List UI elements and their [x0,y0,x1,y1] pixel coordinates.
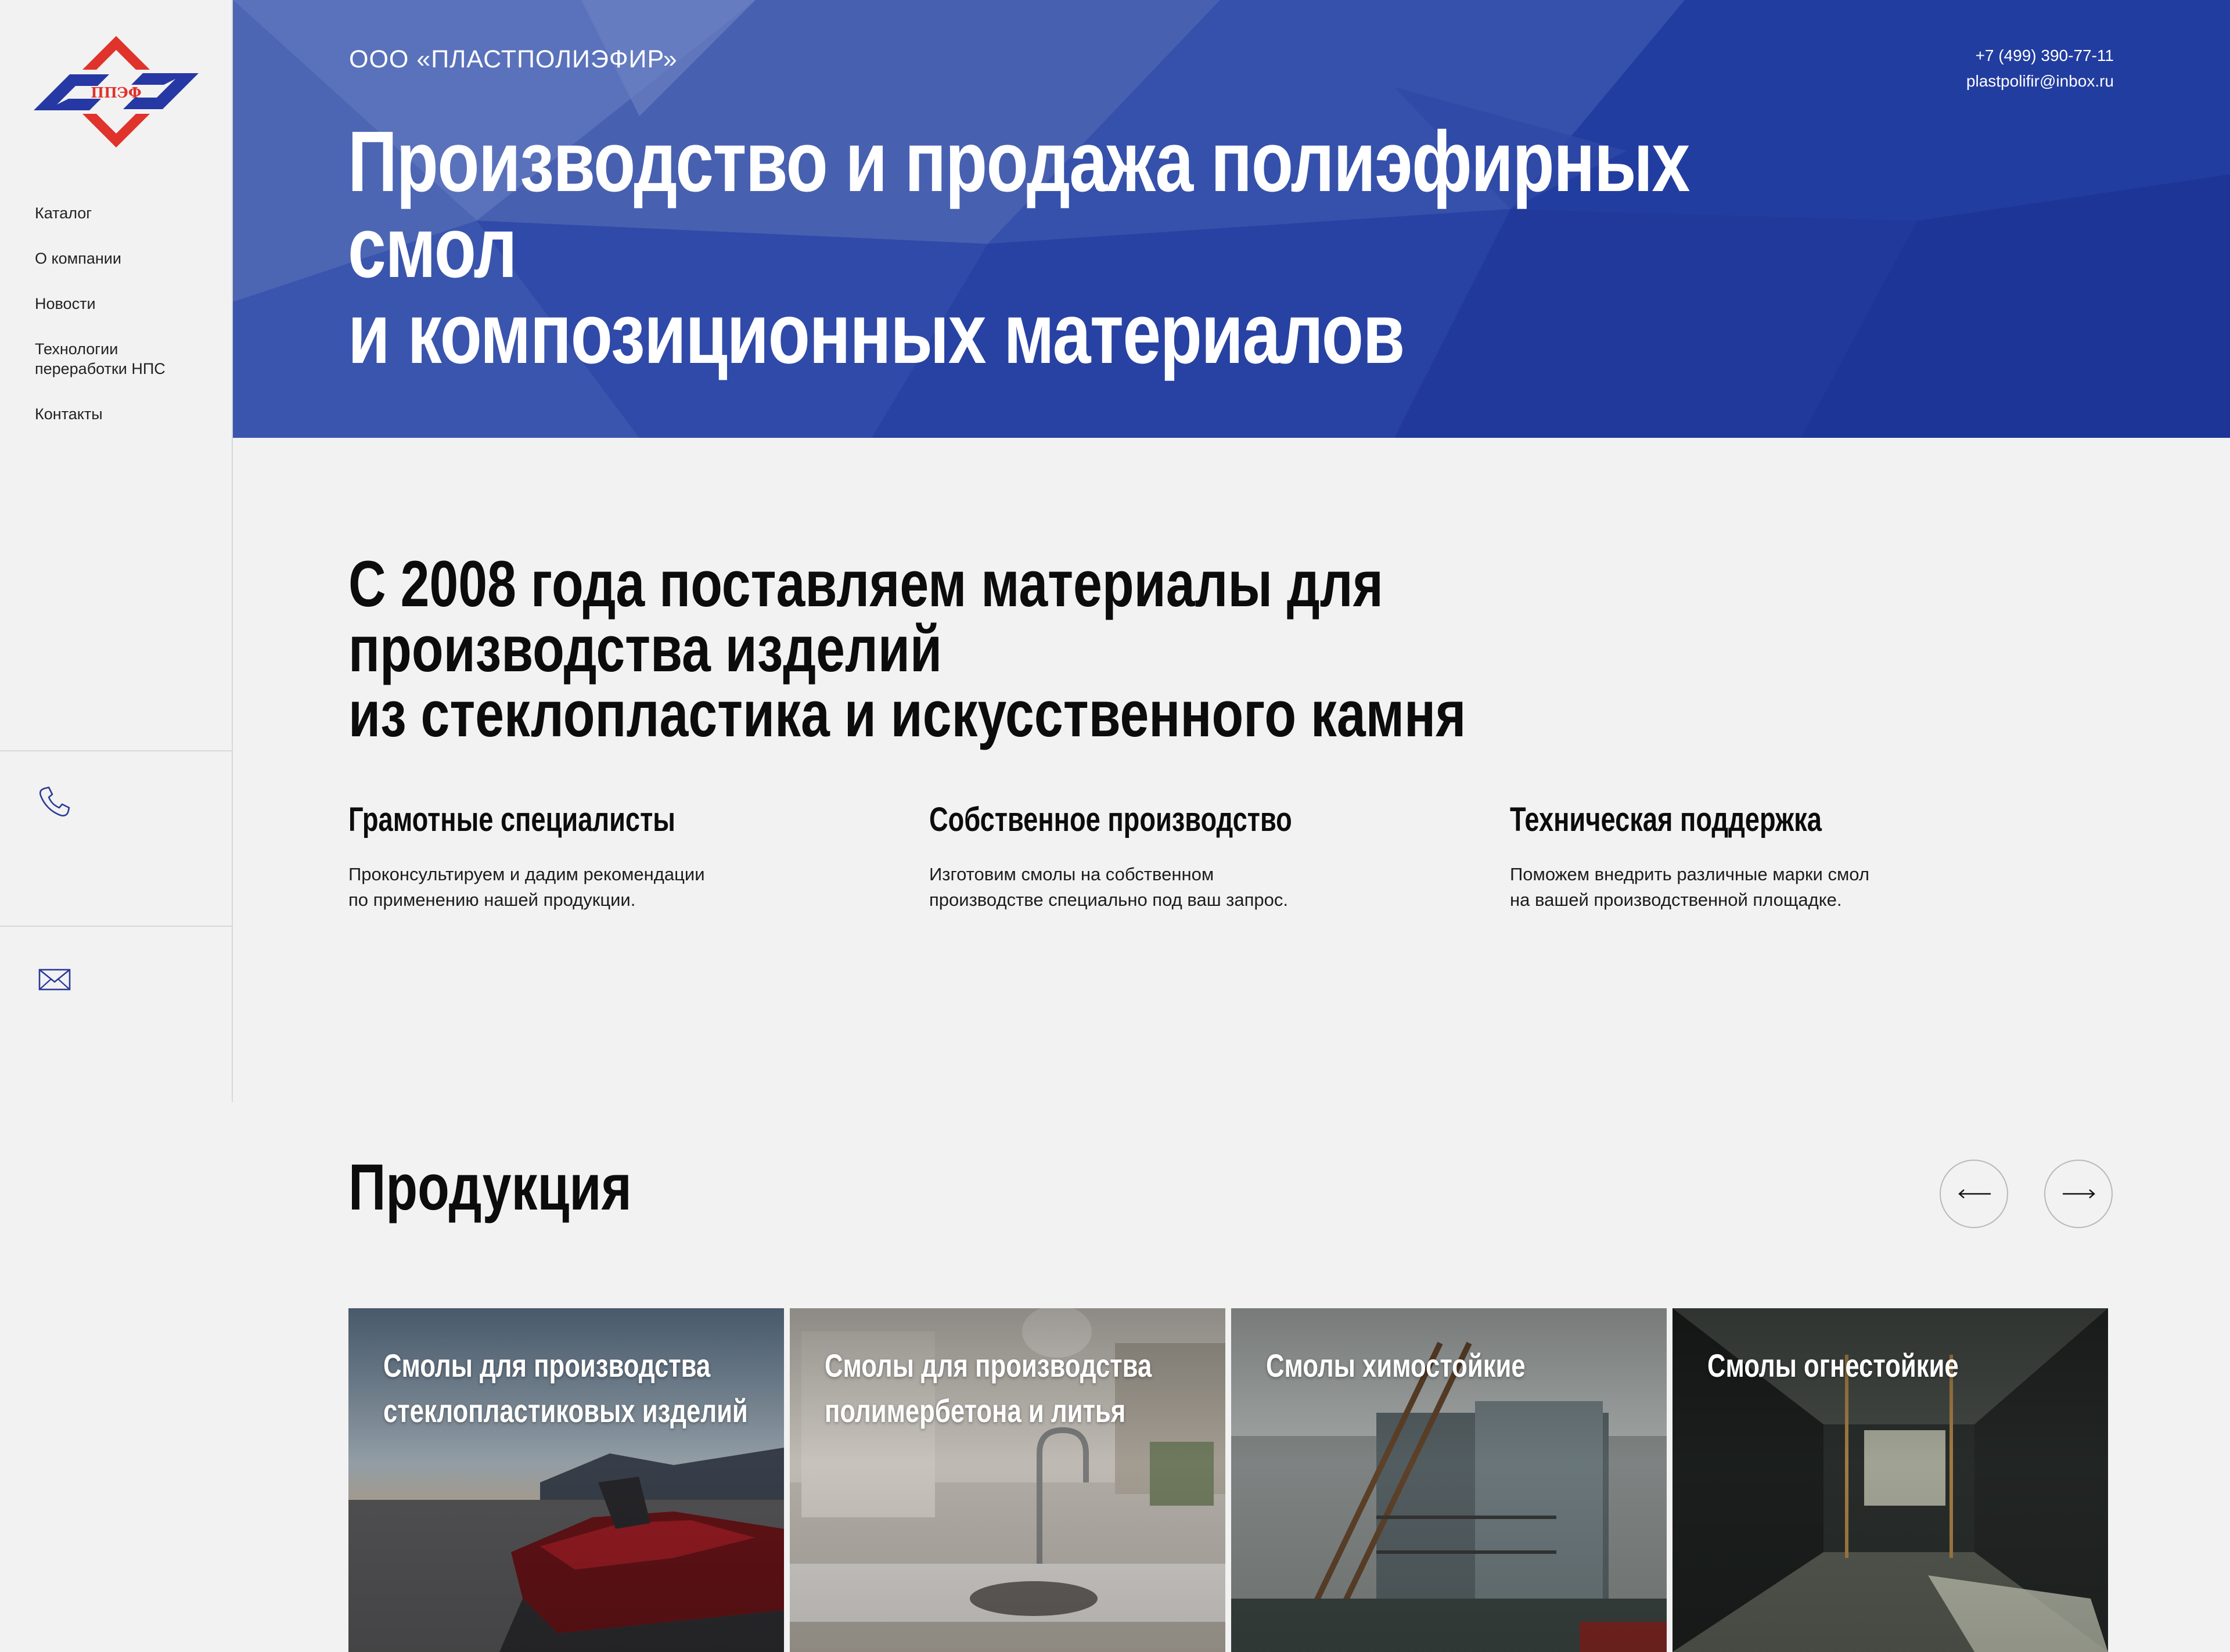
carousel-prev-button[interactable] [1940,1160,2008,1228]
hero-title: Производство и продажа полиэфирных смол … [348,119,1742,377]
hero-title-line1: Производство и продажа полиэфирных смол [348,114,1690,296]
about-heading-line1: С 2008 года поставляем материалы для про… [348,548,1383,685]
arrow-right-icon [2063,1189,2095,1198]
company-name: ООО «ПЛАСТПОЛИЭФИР» [349,45,678,73]
main-nav: Каталог О компании Новости Технологии пе… [35,203,221,449]
feature-text: Поможем внедрить различные марки смол на … [1510,864,1869,910]
product-card-fiberglass[interactable]: Смолы для производства стеклопластиковых … [348,1308,784,1652]
hero-title-line2: и композиционных материалов [348,286,1405,381]
company-logo[interactable]: ППЭФ [34,34,199,150]
feature-text: Изготовим смолы на собственном производст… [929,864,1289,910]
product-card-label: Смолы для производства стеклопластиковых … [383,1347,748,1429]
product-card-label: Смолы химостойкие [1266,1347,1526,1384]
about-heading-line2: из стеклопластика и искусственного камня [348,678,1466,750]
product-card-label: Смолы для производства полимербетона и ли… [825,1347,1152,1429]
sidebar: ППЭФ Каталог О компании Новости Технолог… [0,0,233,1102]
feature-support: Техническая поддержка Поможем внедрить р… [1510,801,2033,913]
sidebar-mail-box [0,926,232,1101]
header-email-link[interactable]: plastpolifir@inbox.ru [1966,69,2114,94]
header-contacts: +7 (499) 390-77-11 plastpolifir@inbox.ru [1966,43,2114,94]
feature-title: Собственное производство [929,801,1292,838]
nav-item-technologies[interactable]: Технологии переработки НПС [35,339,180,379]
mail-icon[interactable] [38,963,71,995]
svg-text:ППЭФ: ППЭФ [91,84,141,101]
about-heading: С 2008 года поставляем материалы для про… [348,552,1742,747]
feature-title: Грамотные специалисты [348,801,675,838]
product-card-chemical-resistant[interactable]: Смолы химостойкие [1231,1308,1667,1652]
products-heading: Продукция [348,1151,632,1223]
product-card-fire-resistant[interactable]: Смолы огнестойкие [1672,1308,2108,1652]
header-phone-link[interactable]: +7 (499) 390-77-11 [1966,43,2114,69]
nav-item-about[interactable]: О компании [35,249,221,268]
feature-text: Проконсультируем и дадим рекомендации по … [348,864,705,910]
carousel-next-button[interactable] [2044,1160,2113,1228]
phone-icon[interactable] [38,785,71,818]
feature-production: Собственное производство Изготовим смолы… [929,801,1452,913]
arrow-left-icon [1958,1189,1991,1198]
hero-banner: ООО «ПЛАСТПОЛИЭФИР» +7 (499) 390-77-11 p… [233,0,2230,438]
logo-emblem-icon: ППЭФ [34,36,199,147]
feature-title: Техническая поддержка [1510,801,1822,838]
nav-item-contacts[interactable]: Контакты [35,404,221,424]
product-card-polymer-concrete[interactable]: Смолы для производства полимербетона и ли… [790,1308,1225,1652]
nav-item-catalog[interactable]: Каталог [35,203,221,223]
nav-item-news[interactable]: Новости [35,294,221,314]
sidebar-phone-box [0,750,232,926]
product-card-label: Смолы огнестойкие [1707,1347,1959,1384]
feature-specialists: Грамотные специалисты Проконсультируем и… [348,801,871,913]
